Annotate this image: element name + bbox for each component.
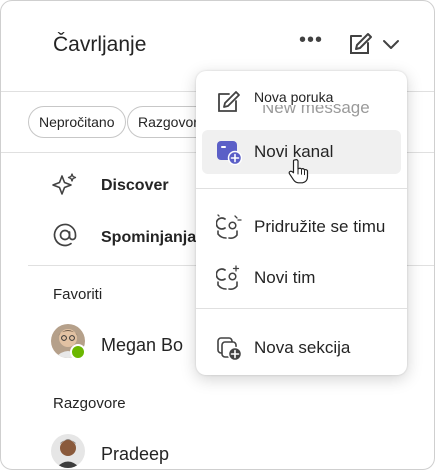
new-item-dropdown-menu: New message Nova poruka Novi kanal Pridr… <box>196 71 407 375</box>
status-badge <box>70 344 86 360</box>
section-chats-heading: Razgovore <box>53 395 126 412</box>
menu-item-label: Nova sekcija <box>254 338 351 357</box>
more-options-icon[interactable]: ••• <box>299 29 323 52</box>
favorite-chat-name[interactable]: Megan Bo <box>101 335 183 356</box>
compose-icon[interactable] <box>347 31 373 57</box>
menu-item-label: Nova poruka <box>254 89 336 105</box>
person-photo-icon <box>51 434 85 468</box>
menu-item-label: Novi tim <box>254 268 316 287</box>
section-favorites-heading: Favoriti <box>53 286 103 303</box>
menu-divider <box>196 308 407 309</box>
menu-item-label: Pridružite se timu <box>254 217 386 236</box>
nav-item-discover[interactable]: Discover <box>101 177 169 195</box>
menu-item-join-team[interactable]: Pridružite se timu <box>202 205 401 249</box>
hand-cursor-icon <box>288 159 309 184</box>
chat-item-name[interactable]: Pradeep <box>101 444 169 465</box>
at-icon <box>53 223 77 247</box>
nav-item-mentions[interactable]: Spominjanja <box>101 229 196 247</box>
new-section-icon <box>217 337 242 361</box>
compose-icon <box>218 91 240 112</box>
new-channel-icon <box>217 141 242 165</box>
menu-divider <box>196 188 407 189</box>
chevron-down-icon[interactable] <box>381 37 401 51</box>
avatar <box>51 434 85 468</box>
sparkle-icon <box>52 173 77 195</box>
new-team-icon <box>216 265 240 290</box>
menu-item-new-section[interactable]: Nova sekcija <box>202 326 401 370</box>
menu-item-new-message[interactable]: New message Nova poruka <box>202 80 401 124</box>
filter-unread-pill[interactable]: Nepročitano <box>28 106 126 138</box>
menu-item-new-team[interactable]: Novi tim <box>202 256 401 300</box>
menu-item-new-channel[interactable]: Novi kanal <box>202 130 401 184</box>
chat-panel: Čavrljanje ••• Nepročitano Razgovore Dis… <box>0 0 435 470</box>
join-team-icon <box>216 214 242 239</box>
page-title: Čavrljanje <box>53 33 147 56</box>
